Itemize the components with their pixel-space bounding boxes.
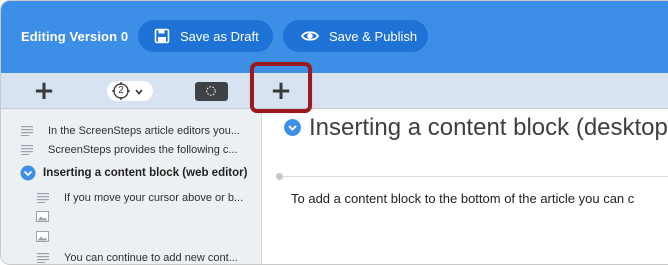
chevron-circle-icon[interactable] [20,165,36,181]
save-as-draft-label: Save as Draft [180,28,259,44]
outline-item-label: You can continue to add new cont... [64,252,238,264]
plus-icon: + [270,76,292,106]
article-content-area: Inserting a content block (desktop) To a… [263,109,668,264]
editor-window: Editing Version 0 Save as Draft Save & P… [0,0,668,265]
add-step-button[interactable]: + [31,73,57,109]
screen-capture-icon [194,81,228,101]
target-number: 2 [118,85,124,96]
text-lines-icon [37,193,49,203]
plus-icon: + [33,76,55,106]
save-and-publish-label: Save & Publish [329,28,418,44]
outline-item[interactable]: In the ScreenSteps article editors you..… [1,121,262,141]
outline-item-label: If you move your cursor above or b... [64,192,244,204]
outline-item[interactable] [1,207,262,227]
chevron-circle-icon[interactable] [284,119,301,136]
text-lines-icon [21,126,33,136]
outline-item[interactable]: You can continue to add new cont... [1,248,262,264]
add-content-block-button[interactable]: + [268,73,294,109]
outline-item[interactable]: If you move your cursor above or b... [1,188,262,208]
save-and-publish-button[interactable]: Save & Publish [283,20,428,52]
content-block-text[interactable]: To add a content block to the bottom of … [291,191,634,206]
floppy-disk-icon [154,28,170,44]
block-divider [283,176,668,177]
section-title[interactable]: Inserting a content block (desktop) [309,114,668,142]
outline-section-header[interactable]: Inserting a content block (web editor) [1,163,262,183]
editor-toolbar: + 2 + [1,73,668,109]
save-as-draft-button[interactable]: Save as Draft [138,20,273,52]
outline-section-label: Inserting a content block (web editor) [43,167,248,179]
outline-item-label: ScreenSteps provides the following c... [48,144,238,156]
outline-item[interactable]: ScreenSteps provides the following c... [1,140,262,160]
image-icon [36,211,49,222]
text-lines-icon [37,253,49,263]
outline-item[interactable] [1,227,262,247]
article-outline-sidebar: In the ScreenSteps article editors you..… [1,109,262,264]
target-pill: 2 [107,81,153,101]
editing-version-label: Editing Version 0 [21,29,129,44]
eye-icon [300,28,320,44]
editor-header: Editing Version 0 Save as Draft Save & P… [1,1,668,73]
crosshair-icon: 2 [110,82,132,100]
block-insert-dot[interactable] [276,173,283,180]
text-lines-icon [21,145,33,155]
screen-capture-button[interactable] [194,73,228,109]
chevron-down-icon [135,82,143,100]
outline-item-label: In the ScreenSteps article editors you..… [48,125,240,137]
image-icon [36,231,49,242]
target-selector[interactable]: 2 [106,73,154,109]
